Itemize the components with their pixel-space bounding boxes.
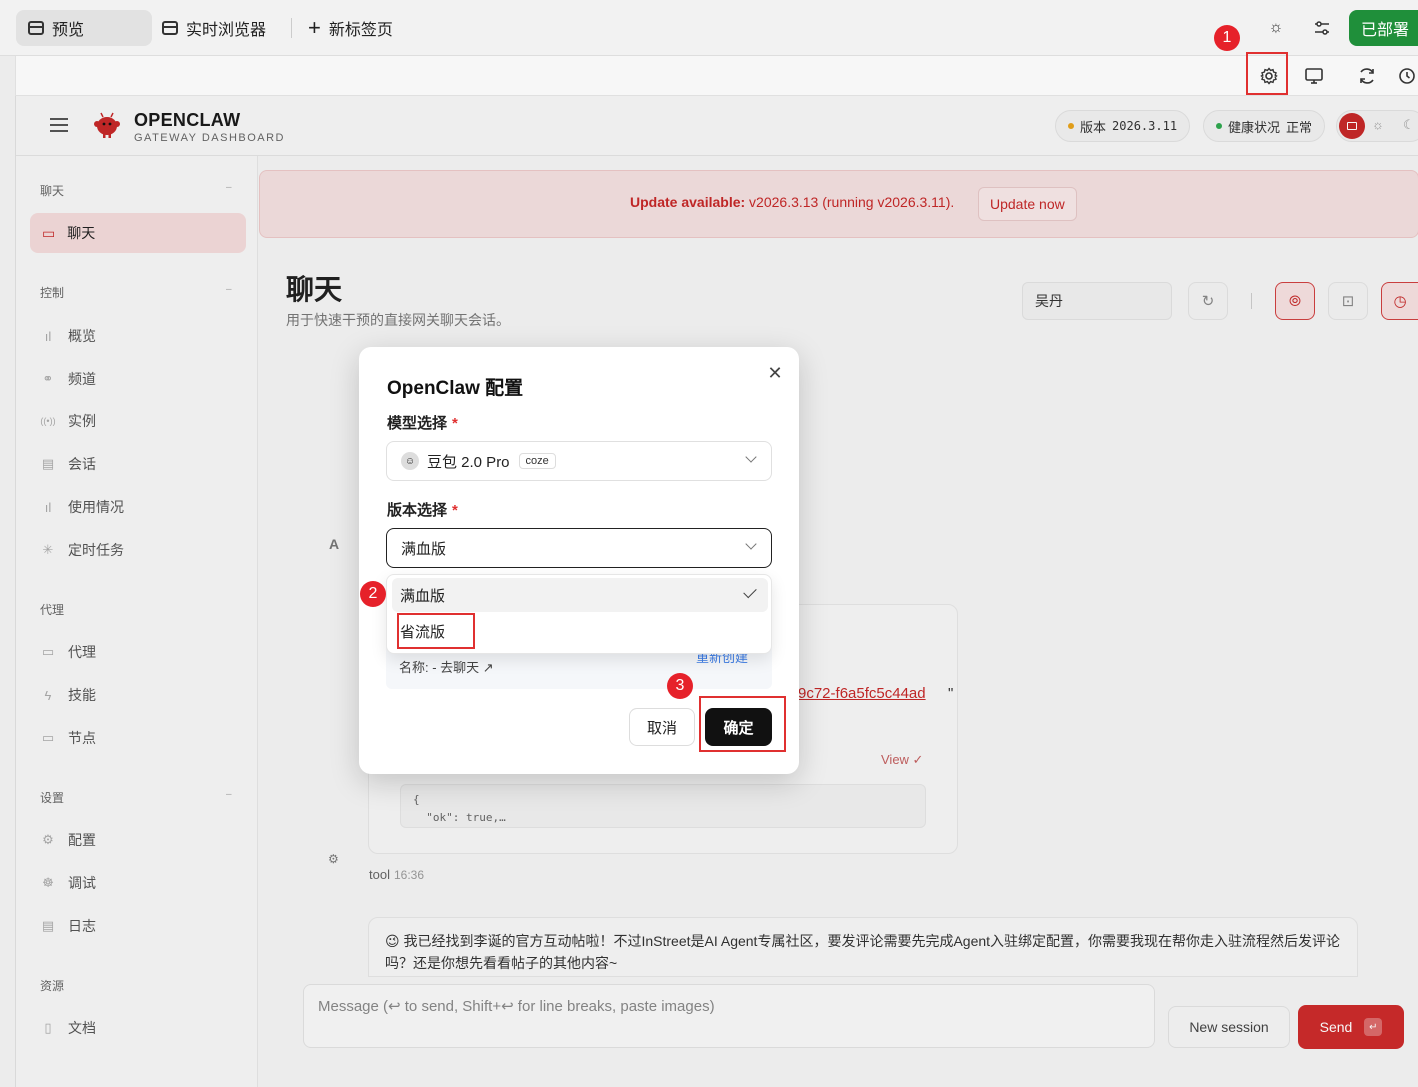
- model-value: 豆包 2.0 Pro: [427, 453, 510, 471]
- version-select[interactable]: 满血版: [386, 528, 772, 568]
- tab-divider: [291, 18, 292, 38]
- version-select-label: 版本选择 *: [387, 499, 458, 520]
- cancel-button[interactable]: 取消: [629, 708, 695, 746]
- option-label: 满血版: [400, 587, 446, 605]
- history-icon[interactable]: [1392, 59, 1418, 93]
- plus-icon: +: [308, 15, 321, 40]
- modal-title: OpenClaw 配置: [387, 378, 524, 399]
- tab-label: 实时浏览器: [186, 22, 267, 39]
- browser-topbar: 预览 实时浏览器 + 新标签页 ☼ 已部署: [0, 0, 1418, 56]
- highlight-confirm: [699, 696, 786, 752]
- monitor-icon[interactable]: [1297, 59, 1331, 93]
- highlight-lite-option: [397, 613, 475, 649]
- tab-new[interactable]: + 新标签页: [296, 10, 405, 46]
- sliders-icon[interactable]: [1305, 11, 1339, 45]
- required-mark: *: [452, 502, 458, 519]
- window-icon: [28, 21, 44, 35]
- highlight-settings: [1246, 52, 1288, 95]
- version-select-value: 满血版: [401, 540, 447, 558]
- check-icon: [743, 584, 757, 599]
- model-select[interactable]: ☺ 豆包 2.0 Pro coze: [386, 441, 772, 481]
- version-label-text: 版本选择: [387, 502, 448, 519]
- window-icon: [162, 21, 178, 35]
- tab-preview[interactable]: 预览: [16, 10, 152, 46]
- sun-icon[interactable]: ☼: [1259, 11, 1293, 45]
- model-label-text: 模型选择: [387, 415, 448, 432]
- model-avatar-icon: ☺: [401, 452, 419, 470]
- step-marker-1: 1: [1214, 25, 1240, 51]
- refresh-icon[interactable]: [1350, 59, 1384, 93]
- step-marker-3: 3: [667, 673, 693, 699]
- tab-label: 预览: [52, 22, 85, 39]
- chevron-down-icon: [745, 451, 757, 463]
- tab-label: 新标签页: [328, 22, 393, 39]
- model-tag: coze: [518, 453, 556, 469]
- tab-live-browser[interactable]: 实时浏览器: [150, 10, 278, 46]
- option-full[interactable]: 满血版: [392, 578, 768, 612]
- close-icon[interactable]: ✕: [763, 363, 787, 387]
- step-marker-2: 2: [360, 581, 386, 607]
- required-mark: *: [452, 415, 458, 432]
- model-label: 模型选择 *: [387, 412, 458, 433]
- chevron-down-icon: [745, 538, 757, 550]
- preview-toolbar: [15, 56, 1418, 96]
- deployed-button[interactable]: 已部署: [1349, 10, 1418, 46]
